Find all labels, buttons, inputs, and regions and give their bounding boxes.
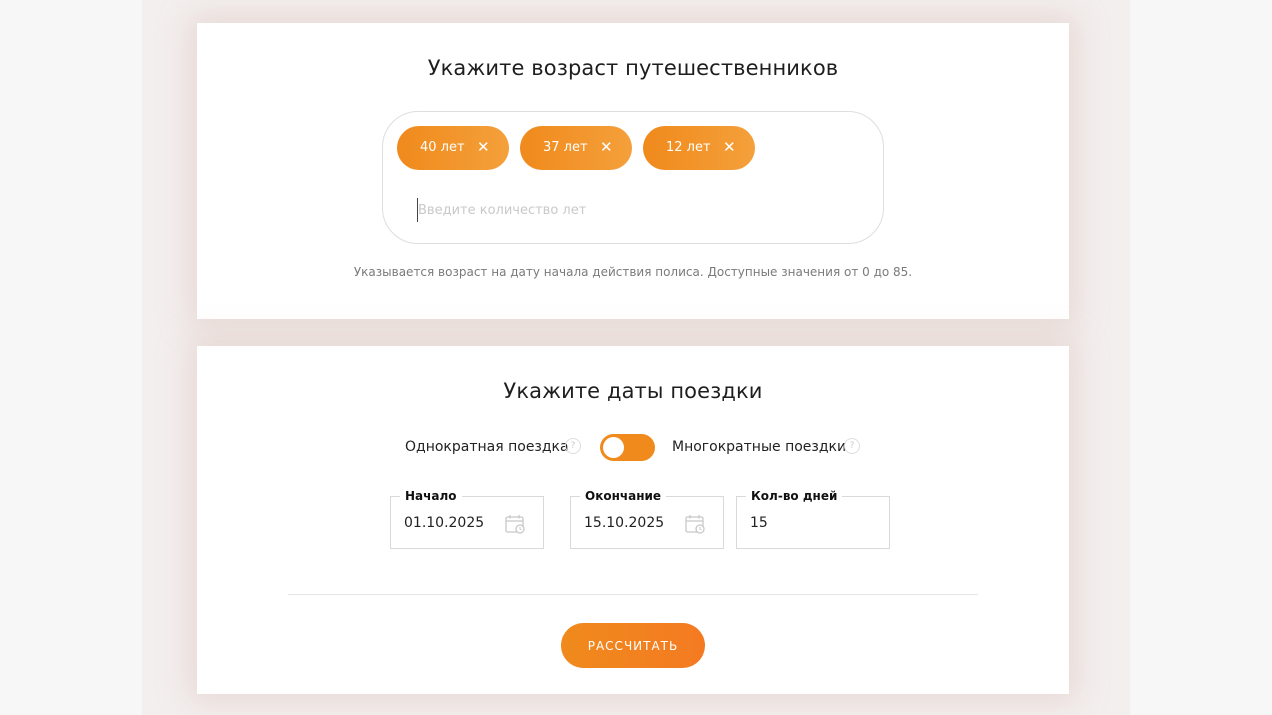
calculate-button[interactable]: РАССЧИТАТЬ: [561, 623, 705, 668]
days-count-value[interactable]: 15: [750, 515, 768, 531]
days-count-field[interactable]: Кол-во дней 15: [736, 488, 890, 549]
days-count-label: Кол-во дней: [746, 488, 843, 504]
single-trip-help-icon[interactable]: ?: [565, 438, 581, 454]
start-date-value[interactable]: 01.10.2025: [404, 515, 484, 531]
age-input[interactable]: [417, 198, 820, 222]
remove-age-close-icon[interactable]: ✕: [723, 138, 736, 156]
start-date-field[interactable]: Начало 01.10.2025: [390, 488, 544, 549]
end-date-label: Окончание: [580, 488, 667, 504]
multi-trip-label[interactable]: Многократные поездки: [672, 439, 846, 455]
trip-dates-title: Укажите даты поездки: [503, 379, 763, 403]
age-chip-label: 12 лет: [666, 140, 711, 155]
remove-age-close-icon[interactable]: ✕: [600, 138, 613, 156]
age-hint-text: Указывается возраст на дату начала дейст…: [353, 265, 913, 279]
age-chip: 40 лет ✕: [397, 126, 509, 170]
multi-trip-help-icon[interactable]: ?: [844, 438, 860, 454]
trip-type-toggle[interactable]: [600, 434, 655, 461]
single-trip-label[interactable]: Однократная поездка: [405, 439, 569, 455]
trip-dates-card: Укажите даты поездки Однократная поездка…: [197, 346, 1069, 694]
age-chip: 12 лет ✕: [643, 126, 755, 170]
calendar-icon[interactable]: [684, 513, 706, 535]
remove-age-close-icon[interactable]: ✕: [477, 138, 490, 156]
age-chip: 37 лет ✕: [520, 126, 632, 170]
travelers-age-title: Укажите возраст путешественников: [427, 56, 839, 80]
end-date-field[interactable]: Окончание 15.10.2025: [570, 488, 724, 549]
age-chip-label: 40 лет: [420, 140, 465, 155]
section-divider: [288, 594, 978, 595]
age-chip-label: 37 лет: [543, 140, 588, 155]
age-chips-input-box[interactable]: 40 лет ✕ 37 лет ✕ 12 лет ✕: [382, 111, 884, 244]
start-date-label: Начало: [400, 488, 462, 504]
toggle-knob: [603, 437, 624, 458]
end-date-value[interactable]: 15.10.2025: [584, 515, 664, 531]
calendar-icon[interactable]: [504, 513, 526, 535]
travelers-age-card: Укажите возраст путешественников 40 лет …: [197, 23, 1069, 319]
